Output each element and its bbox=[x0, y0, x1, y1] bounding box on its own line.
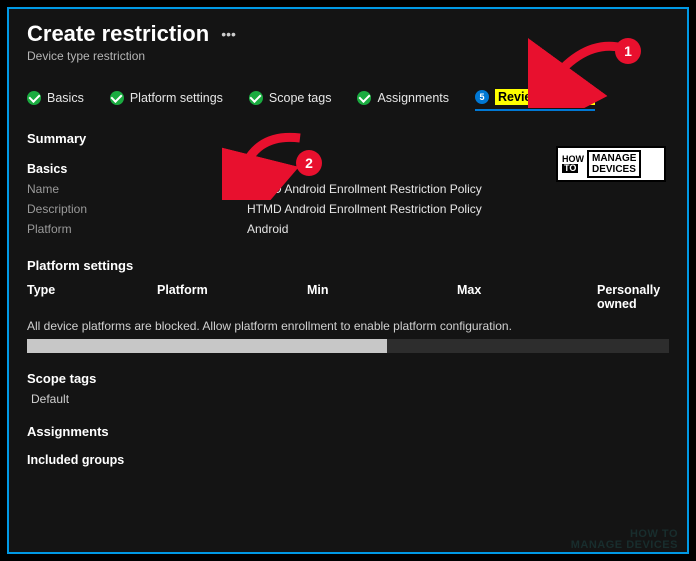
tab-label: Review + create bbox=[495, 89, 595, 105]
col-type: Type bbox=[27, 283, 157, 311]
check-icon bbox=[110, 91, 124, 105]
tab-label: Scope tags bbox=[269, 91, 332, 105]
summary-heading: Summary bbox=[27, 131, 669, 146]
tab-label: Assignments bbox=[377, 91, 449, 105]
check-icon bbox=[357, 91, 371, 105]
watermark: HOW TO MANAGE DEVICES bbox=[571, 529, 678, 551]
tab-label: Basics bbox=[47, 91, 84, 105]
platform-columns: Type Platform Min Max Personally owned bbox=[27, 283, 669, 311]
col-platform: Platform bbox=[157, 283, 307, 311]
name-value: HTMD Android Enrollment Restriction Poli… bbox=[247, 182, 482, 196]
col-personally-owned: Personally owned bbox=[597, 283, 669, 311]
description-value: HTMD Android Enrollment Restriction Poli… bbox=[247, 202, 482, 216]
tab-review-create[interactable]: 5 Review + create bbox=[475, 89, 595, 111]
logo-to: TO bbox=[562, 164, 578, 173]
platform-blocked-message: All device platforms are blocked. Allow … bbox=[27, 319, 669, 333]
scrollbar-thumb[interactable] bbox=[27, 339, 387, 353]
page-title: Create restriction bbox=[27, 21, 209, 47]
col-max: Max bbox=[457, 283, 597, 311]
check-icon bbox=[27, 91, 41, 105]
tab-assignments[interactable]: Assignments bbox=[357, 91, 449, 109]
more-icon[interactable]: ••• bbox=[221, 26, 236, 42]
platform-settings-heading: Platform settings bbox=[27, 258, 669, 273]
page-subtitle: Device type restriction bbox=[27, 49, 669, 63]
scope-tags-heading: Scope tags bbox=[27, 371, 669, 386]
tab-scope-tags[interactable]: Scope tags bbox=[249, 91, 332, 109]
scope-tags-value: Default bbox=[27, 392, 669, 406]
check-icon bbox=[249, 91, 263, 105]
horizontal-scrollbar[interactable] bbox=[27, 339, 669, 353]
col-min: Min bbox=[307, 283, 457, 311]
included-groups-heading: Included groups bbox=[27, 453, 669, 467]
platform-label: Platform bbox=[27, 222, 247, 236]
htmd-logo: HOW TO MANAGE DEVICES bbox=[556, 146, 666, 182]
tab-platform-settings[interactable]: Platform settings bbox=[110, 91, 223, 109]
description-label: Description bbox=[27, 202, 247, 216]
assignments-heading: Assignments bbox=[27, 424, 669, 439]
platform-value: Android bbox=[247, 222, 288, 236]
logo-devices: DEVICES bbox=[592, 164, 636, 175]
wizard-tabs: Basics Platform settings Scope tags Assi… bbox=[27, 89, 669, 111]
tab-label: Platform settings bbox=[130, 91, 223, 105]
step-number-icon: 5 bbox=[475, 90, 489, 104]
tab-basics[interactable]: Basics bbox=[27, 91, 84, 109]
name-label: Name bbox=[27, 182, 247, 196]
logo-manage: MANAGE bbox=[592, 153, 636, 164]
